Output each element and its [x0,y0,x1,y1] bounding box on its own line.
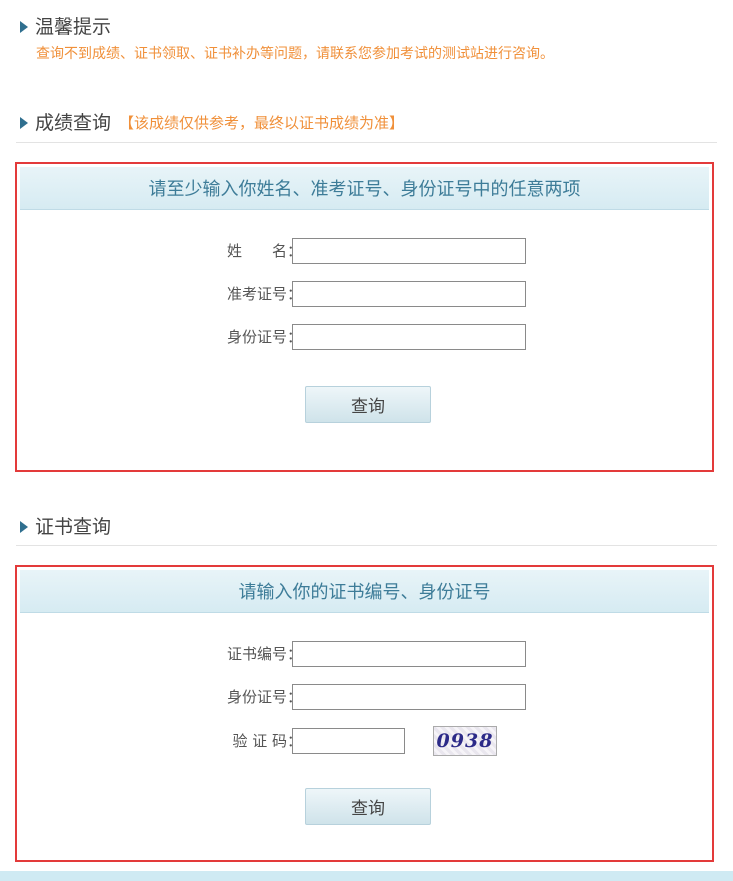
triangle-right-icon [20,117,28,129]
score-query-box-header: 请至少输入你姓名、准考证号、身份证号中的任意两项 [20,167,709,210]
tip-title: 温馨提示 [35,16,112,38]
tip-text: 查询不到成绩、证书领取、证书补办等问题，请联系您参加考试的测试站进行咨询。 [36,46,554,62]
cert-query-title: 证书查询 [35,516,112,538]
cert-id-number-input[interactable] [292,684,526,710]
cert-query-box: 请输入你的证书编号、身份证号 证书编号： 身份证号： 验 证 码： 0938 查… [15,565,714,862]
divider [16,142,717,143]
ticket-number-input[interactable] [292,281,526,307]
tip-header: 温馨提示 [20,15,111,39]
captcha-image[interactable]: 0938 [433,726,497,756]
page: 温馨提示 查询不到成绩、证书领取、证书补办等问题，请联系您参加考试的测试站进行咨… [0,0,733,881]
cert-number-input[interactable] [292,641,526,667]
cert-id-number-label: 身份证号： [226,688,302,706]
name-label: 姓 名： [226,242,302,260]
id-number-label: 身份证号： [226,328,302,346]
captcha-label: 验 证 码： [232,732,302,750]
score-query-header: 成绩查询 【该成绩仅供参考，最终以证书成绩为准】 [20,111,404,135]
triangle-right-icon [20,21,28,33]
cert-query-header: 证书查询 [20,515,111,539]
divider [16,545,717,546]
cert-query-button[interactable]: 查询 [305,788,431,825]
id-number-input[interactable] [292,324,526,350]
triangle-right-icon [20,521,28,533]
cert-number-label: 证书编号： [226,645,302,663]
score-query-note: 【该成绩仅供参考，最终以证书成绩为准】 [119,114,405,132]
name-input[interactable] [292,238,526,264]
ticket-number-label: 准考证号： [226,285,302,303]
cert-query-box-title: 请输入你的证书编号、身份证号 [238,582,491,603]
score-query-title: 成绩查询 [35,112,112,134]
score-query-box: 请至少输入你姓名、准考证号、身份证号中的任意两项 姓 名： 准考证号： 身份证号… [15,162,714,472]
score-query-box-title: 请至少输入你姓名、准考证号、身份证号中的任意两项 [148,179,581,200]
cert-query-box-header: 请输入你的证书编号、身份证号 [20,570,709,613]
captcha-input[interactable] [292,728,405,754]
footer-bar [0,871,733,881]
score-query-button[interactable]: 查询 [305,386,431,423]
